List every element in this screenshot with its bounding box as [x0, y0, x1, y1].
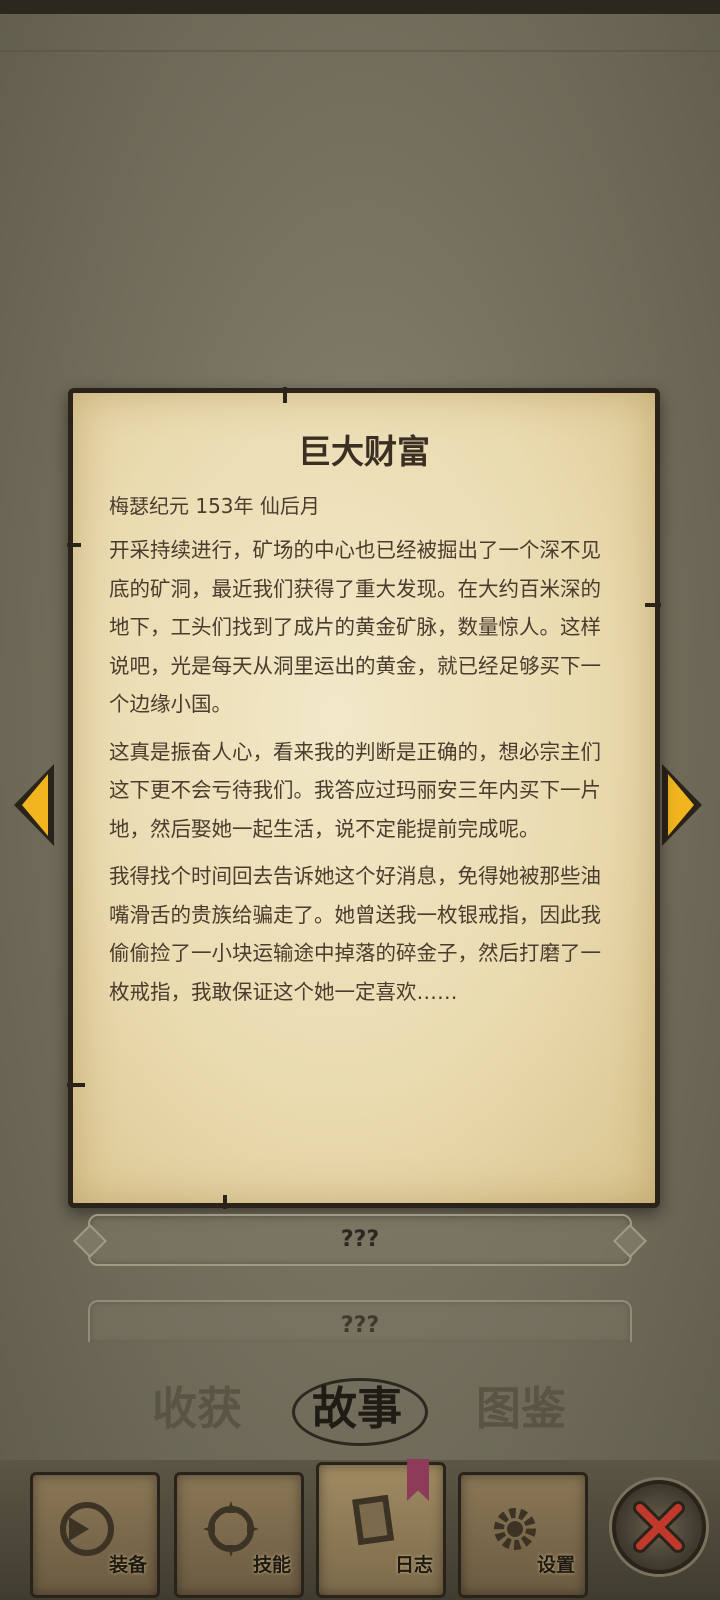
story-paragraph: 这真是振奋人心，看来我的判断是正确的，想必宗主们这下更不会亏待我们。我答应过玛丽…: [109, 739, 601, 841]
story-parchment: 巨大财富 梅瑟纪元 153年 仙后月 开采持续进行，矿场的中心也已经被掘出了一个…: [67, 387, 661, 1209]
bookmark-ribbon-icon: [407, 1459, 429, 1501]
previous-page-arrow-icon[interactable]: [10, 760, 56, 850]
tab-codex[interactable]: 图鉴: [476, 1372, 566, 1437]
parchment-tear: [645, 603, 661, 607]
story-paragraph: 开采持续进行，矿场的中心也已经被掘出了一个深不见底的矿洞，最近我们获得了重大发现…: [109, 538, 601, 716]
story-title: 巨大财富: [298, 432, 430, 471]
top-frame: [0, 14, 720, 52]
entry-label: ???: [340, 1313, 380, 1338]
locked-story-entry[interactable]: ???: [88, 1300, 632, 1342]
locked-story-entry[interactable]: ???: [73, 1214, 647, 1266]
entry-label: ???: [340, 1227, 380, 1252]
toolbar-settings-button[interactable]: 设置: [458, 1472, 588, 1598]
close-button[interactable]: [612, 1480, 706, 1574]
story-body: 开采持续进行，矿场的中心也已经被掘出了一个深不见底的矿洞，最近我们获得了重大发现…: [109, 531, 621, 1020]
toolbar-label: 日志: [394, 1554, 433, 1576]
toolbar-skills-button[interactable]: 技能: [174, 1472, 304, 1598]
diamond-ornament-icon: [613, 1224, 647, 1258]
top-border: [0, 0, 720, 14]
parchment-tear: [223, 1195, 227, 1209]
diamond-ornament-icon: [73, 1224, 107, 1258]
parchment-tear: [67, 543, 81, 547]
toolbar-equipment-button[interactable]: 装备: [30, 1472, 160, 1598]
tab-harvest[interactable]: 收获: [152, 1372, 242, 1437]
journal-book-icon: [352, 1494, 395, 1546]
parchment-tear: [67, 1083, 85, 1087]
next-page-arrow-icon[interactable]: [660, 760, 706, 850]
close-icon: [633, 1501, 685, 1553]
toolbar-journal-button[interactable]: 日志: [316, 1459, 446, 1598]
tab-story[interactable]: 故事: [312, 1372, 402, 1437]
story-date: 梅瑟纪元 153年 仙后月: [109, 494, 320, 518]
parchment-tear: [283, 387, 287, 403]
story-paragraph: 我得找个时间回去告诉她这个好消息，免得她被那些油嘴滑舌的贵族给骗走了。她曾送我一…: [109, 864, 601, 1004]
toolbar-label: 技能: [252, 1554, 291, 1576]
toolbar-label: 设置: [536, 1554, 575, 1576]
toolbar-label: 装备: [108, 1554, 147, 1576]
